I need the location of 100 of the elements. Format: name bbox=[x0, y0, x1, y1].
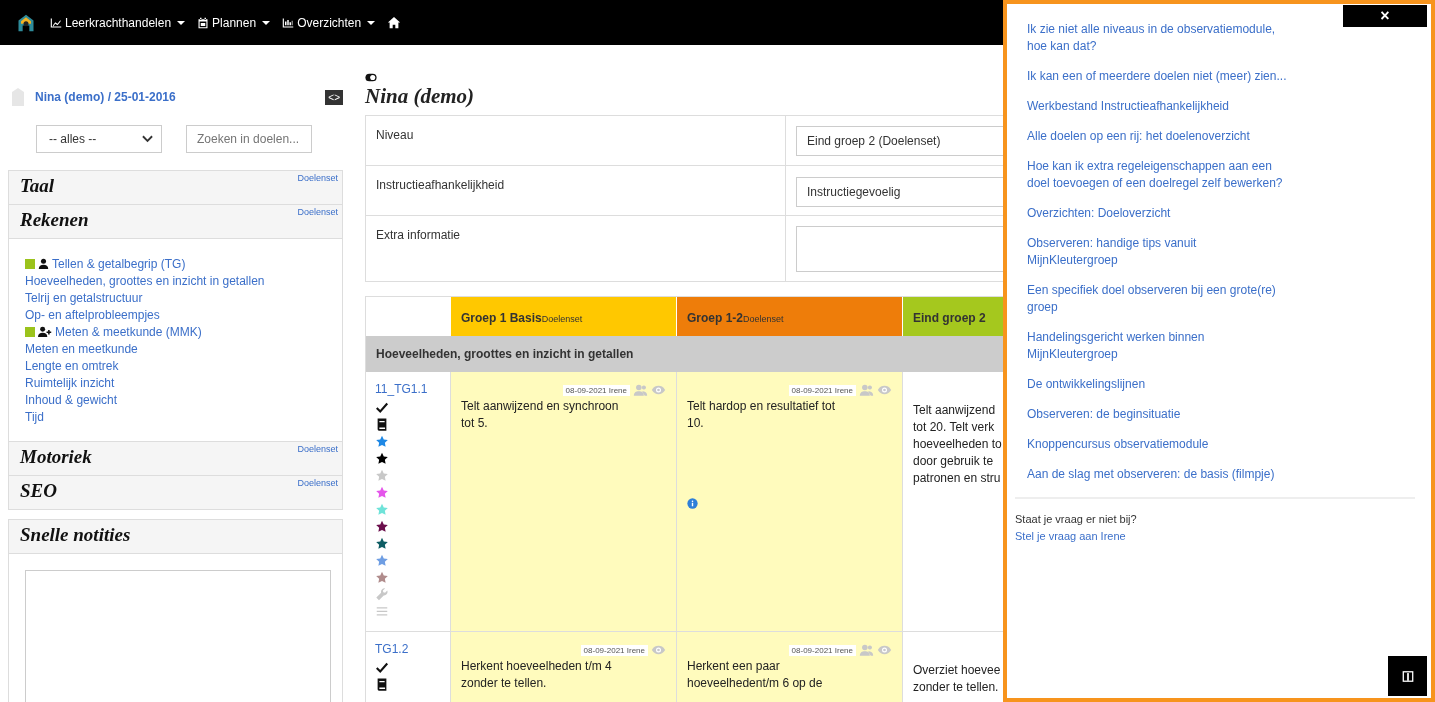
help-article-link[interactable]: Ik kan een of meerdere doelen niet (meer) zien... bbox=[1027, 68, 1289, 85]
goal-link[interactable]: Ruimtelijk inzicht bbox=[25, 375, 115, 390]
check-icon bbox=[375, 660, 389, 675]
help-article-link[interactable]: Werkbestand Instructieafhankelijkheid bbox=[1027, 98, 1289, 115]
domain-header[interactable]: Taal Doelenset bbox=[9, 171, 342, 205]
star-icon[interactable] bbox=[375, 434, 389, 449]
goal-link[interactable]: Meten en meetkunde bbox=[25, 341, 138, 356]
domain-title[interactable]: SEO bbox=[20, 476, 57, 509]
line-chart-icon bbox=[50, 16, 62, 29]
eye-icon[interactable] bbox=[877, 384, 892, 396]
book-icon bbox=[375, 417, 389, 432]
goal-description: Overziet hoevee zonder te tellen. bbox=[913, 662, 1002, 696]
observation-stamp: 08-09-2021 Irene bbox=[562, 384, 630, 396]
goal-link[interactable]: Hoeveelheden, groottes en inzicht in getallen bbox=[25, 273, 265, 288]
goal-set-link[interactable]: Doelenset bbox=[297, 442, 338, 475]
star-icon[interactable] bbox=[375, 502, 389, 517]
goal-set-link[interactable]: Doelenset bbox=[297, 171, 338, 204]
question-text: Staat je vraag er niet bij? bbox=[1015, 512, 1138, 527]
help-article-link[interactable]: Knoppencursus observatiemodule bbox=[1027, 436, 1289, 453]
goal-description: Telt aanwijzend en synchroon tot 5. bbox=[461, 398, 620, 432]
toggle-icon[interactable] bbox=[365, 73, 377, 82]
goal-link[interactable]: Tijd bbox=[25, 409, 44, 424]
close-button[interactable]: × bbox=[1343, 5, 1427, 27]
eye-icon[interactable] bbox=[651, 644, 666, 656]
goal-description: Telt hardop en resultatief tot 10. bbox=[687, 398, 837, 432]
help-article-link[interactable]: Overzichten: Doeloverzicht bbox=[1027, 205, 1289, 222]
student-link[interactable]: Nina (demo) / 25-01-2016 bbox=[35, 90, 176, 104]
star-icon[interactable] bbox=[375, 519, 389, 534]
info-dropdown[interactable]: Instructiegevoelig bbox=[796, 177, 1004, 207]
nav-menu-button[interactable]: Leerkrachthandelen bbox=[50, 15, 186, 30]
star-icon[interactable] bbox=[375, 570, 389, 585]
goal-link[interactable]: Lengte en omtrek bbox=[25, 358, 119, 373]
panel-toggle-button[interactable] bbox=[1388, 656, 1427, 696]
goal-group-link[interactable]: Tellen & getalbegrip (TG) bbox=[52, 256, 186, 271]
home-icon[interactable] bbox=[387, 15, 402, 30]
bar-chart-icon bbox=[282, 16, 295, 29]
goal-code-link[interactable]: 11_TG1.1 bbox=[375, 382, 428, 396]
person-icon bbox=[38, 258, 49, 269]
student-name-heading: Nina (demo) bbox=[365, 84, 476, 109]
help-article-link[interactable]: Aan de slag met observeren: de basis (filmpje) bbox=[1027, 466, 1289, 483]
eye-icon[interactable] bbox=[651, 384, 666, 396]
people-icon[interactable] bbox=[859, 644, 874, 656]
goal-description: Herkent hoeveelheden t/m 4 zonder te tellen. bbox=[461, 658, 613, 692]
book-icon bbox=[375, 677, 389, 692]
goal-description: Herkent een paar hoeveelhedent/m 6 op de bbox=[687, 658, 824, 692]
help-article-link[interactable]: De ontwikkelingslijnen bbox=[1027, 376, 1289, 393]
domain-header[interactable]: Motoriek Doelenset bbox=[9, 442, 342, 476]
star-icon[interactable] bbox=[375, 468, 389, 483]
goal-code-link[interactable]: TG1.2 bbox=[375, 642, 409, 656]
domain-header[interactable]: Rekenen Doelenset bbox=[9, 205, 342, 239]
goal-link[interactable]: Op- en aftelprobleempjes bbox=[25, 307, 160, 322]
domain-title[interactable]: Rekenen bbox=[20, 205, 89, 238]
wrench-icon[interactable] bbox=[375, 587, 389, 602]
goal-cell[interactable]: 08-09-2021 Irene Telt aanwijzend en synchroon tot 5. bbox=[450, 372, 676, 631]
people-icon[interactable] bbox=[859, 384, 874, 396]
domain-title[interactable]: Taal bbox=[20, 171, 55, 204]
observation-stamp: 08-09-2021 Irene bbox=[788, 644, 856, 656]
people-icon[interactable] bbox=[633, 384, 648, 396]
goal-link[interactable]: Inhoud & gewicht bbox=[25, 392, 118, 407]
goal-cell[interactable]: 08-09-2021 Irene Telt hardop en resultatief tot 10. bbox=[676, 372, 902, 631]
goal-link[interactable]: Telrij en getalstructuur bbox=[25, 290, 143, 305]
nav-menu-button[interactable]: Plannen bbox=[197, 15, 271, 30]
eye-icon[interactable] bbox=[877, 644, 892, 656]
level-column-header: Groep 1 BasisDoelenset bbox=[450, 297, 676, 336]
goal-set-link[interactable]: Doelenset bbox=[297, 205, 338, 238]
panel-icon bbox=[1401, 669, 1414, 683]
info-icon[interactable] bbox=[687, 498, 698, 509]
help-article-link[interactable]: Observeren: de beginsituatie bbox=[1027, 406, 1289, 423]
star-icon[interactable] bbox=[375, 553, 389, 568]
goal-cell[interactable]: 08-09-2021 Irene Herkent hoeveelheden t/m 4 zonder te tellen. bbox=[450, 632, 676, 702]
person-plus-icon bbox=[38, 326, 52, 337]
help-article-link[interactable]: Observeren: handige tips vanuit MijnKleutergroep bbox=[1027, 235, 1289, 269]
domain-header[interactable]: SEO Doelenset bbox=[9, 476, 342, 510]
observation-stamp: 08-09-2021 Irene bbox=[580, 644, 648, 656]
goal-cell[interactable]: 08-09-2021 Irene Herkent een paar hoeveelhedent/m 6 op de bbox=[676, 632, 902, 702]
info-label: Extra informatie bbox=[366, 216, 786, 281]
help-article-link[interactable]: Alle doelen op een rij: het doelenoverzicht bbox=[1027, 128, 1289, 145]
filter-dropdown[interactable]: -- alles -- bbox=[36, 125, 162, 153]
star-icon[interactable] bbox=[375, 451, 389, 466]
help-article-link[interactable]: Een specifiek doel observeren bij een grote(re) groep bbox=[1027, 282, 1289, 316]
notes-textarea[interactable] bbox=[25, 570, 331, 702]
nav-menu-button[interactable]: Overzichten bbox=[282, 15, 376, 30]
domain-title[interactable]: Motoriek bbox=[20, 442, 92, 475]
ask-question-link[interactable]: Stel je vraag aan Irene bbox=[1015, 530, 1126, 542]
collapse-button[interactable]: <> bbox=[325, 89, 343, 105]
observation-stamp: 08-09-2021 Irene bbox=[788, 384, 856, 396]
goal-set-link[interactable]: Doelenset bbox=[297, 476, 338, 509]
info-textarea[interactable] bbox=[796, 226, 1004, 272]
help-article-link[interactable]: Handelingsgericht werken binnen MijnKleutergroep bbox=[1027, 329, 1289, 363]
star-icon[interactable] bbox=[375, 536, 389, 551]
search-field[interactable]: Zoeken in doelen... bbox=[186, 125, 312, 153]
student-silhouette-icon bbox=[10, 86, 26, 108]
help-article-link[interactable]: Hoe kan ik extra regeleigenschappen aan een doel toevoegen of een doelregel zelf bewerken? bbox=[1027, 158, 1289, 192]
goal-group-link[interactable]: Meten & meetkunde (MMK) bbox=[55, 324, 202, 339]
info-label: Instructieafhankelijkheid bbox=[366, 166, 786, 215]
level-column-header: Eind groep 2 bbox=[902, 297, 1004, 336]
section-heading: Hoeveelheden, groottes en inzicht in getallen bbox=[366, 336, 1005, 372]
info-dropdown[interactable]: Eind groep 2 (Doelenset) bbox=[796, 126, 1004, 156]
star-icon[interactable] bbox=[375, 485, 389, 500]
help-article-link[interactable]: Ik zie niet alle niveaus in de observatiemodule, hoe kan dat? bbox=[1027, 21, 1289, 55]
